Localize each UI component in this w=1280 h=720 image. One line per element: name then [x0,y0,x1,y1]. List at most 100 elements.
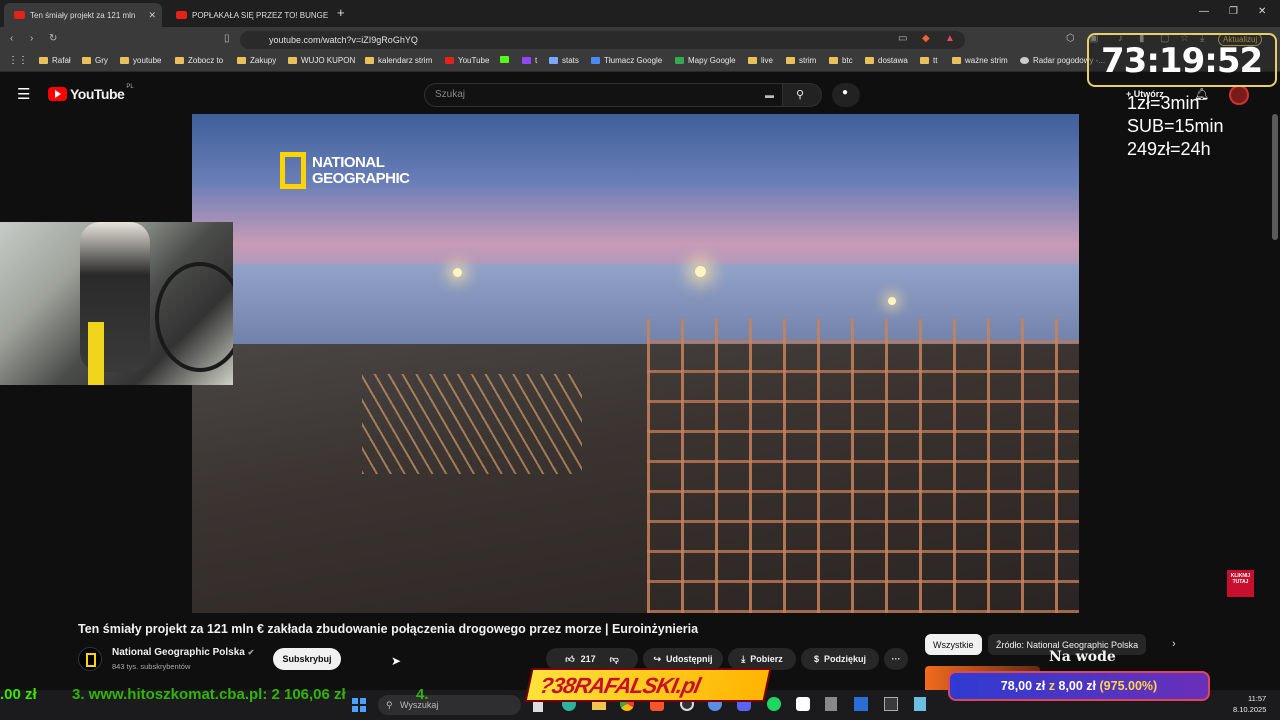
bookmark-item[interactable] [500,56,513,63]
folder-icon [865,57,874,64]
natgeo-logo: NATIONAL GEOGRAPHIC [280,152,422,189]
forward-icon[interactable]: › [30,33,33,44]
ticker-number: 4. [416,686,429,703]
taskbar-search[interactable]: ⚲ Wyszukaj [378,695,521,715]
extensions-icon[interactable]: ⬡ [1066,33,1075,44]
recommendation-title[interactable]: Na wode [1049,649,1116,665]
bookmark-item[interactable]: Gry [82,56,108,65]
maps-icon [675,57,684,64]
clock-time[interactable]: 11:57 [1248,694,1266,703]
bookmark-item[interactable]: Zakupy [237,56,276,65]
folder-icon [829,57,838,64]
youtube-logo[interactable]: YouTube PL [48,84,134,102]
youtube-icon [445,57,454,64]
tab-inactive[interactable]: POPŁAKAŁA SIĘ PRZEZ TO! BUNGEE [166,3,328,27]
apps-icon[interactable]: ⋮⋮ [8,55,28,66]
menu-icon[interactable]: ☰ [17,85,30,103]
stats-icon [549,57,558,64]
bookmark-item[interactable]: stats [549,56,579,65]
more-actions-button[interactable]: ··· [884,648,908,670]
bike-wheel [155,262,233,372]
voice-search-button[interactable]: ● [832,83,860,107]
ticker-text: 3. www.hitoszkomat.cba.pl: 2 106,06 zł [72,686,346,703]
app-icon[interactable] [884,697,898,711]
app-icon[interactable] [796,697,810,711]
calculator-icon[interactable] [825,697,837,711]
folder-icon [288,57,297,64]
keyboard-icon[interactable]: ▬ [765,84,774,106]
address-bar[interactable]: youtube.com/watch?v=iZI9gRoGhYQ [240,31,965,49]
channel-avatar[interactable] [78,647,102,671]
chip-all[interactable]: Wszystkie [925,634,982,655]
natgeo-frame-icon [86,653,96,667]
like-button[interactable]: 👍︎ 217 [565,654,595,665]
search-icon: ⚲ [796,89,805,101]
back-icon[interactable]: ‹ [10,33,13,44]
notepad-icon[interactable] [914,697,926,711]
folder-icon [952,57,961,64]
maximize-icon[interactable]: ❐ [1229,6,1238,17]
avatar[interactable] [1229,85,1249,105]
url-text: youtube.com/watch?v=iZI9gRoGhYQ [269,35,418,45]
bookmark-item[interactable]: tt [920,56,937,65]
reload-icon[interactable]: ↻ [49,33,57,44]
bookmark-item[interactable]: Rafał [39,56,71,65]
folder-icon [786,57,795,64]
search-input[interactable]: Szukaj ▬ [424,83,783,107]
tab-active[interactable]: Ten śmiały projekt za 121 mln ✕ [4,3,162,27]
scaffolding [647,319,1079,613]
bookmark-item[interactable]: kalendarz strim [365,56,432,65]
rebar-cage [362,374,582,474]
bookmark-item[interactable]: Zobocz to [175,56,223,65]
bookmark-item[interactable]: strim [786,56,816,65]
bookmark-item[interactable]: YouTube [445,56,489,65]
download-button[interactable]: ⤓ Pobierz [728,648,796,670]
thanks-button[interactable]: $ Podziękuj [801,648,879,670]
bookmark-item[interactable]: ważne strim [952,56,1008,65]
search-button[interactable]: ⚲ [782,83,822,107]
bookmark-item[interactable]: dostawa [865,56,908,65]
youtube-favicon-icon [14,11,25,19]
bookmark-icon[interactable]: ▯ [224,33,230,44]
thanks-icon: $ [813,654,819,664]
new-tab-icon[interactable]: + [337,5,345,20]
click-here-badge[interactable]: KLIKNIJ TUTAJ [1227,570,1254,597]
natgeo-frame-icon [280,152,306,189]
search-placeholder: Szukaj [435,89,466,100]
region-code: PL [126,84,134,90]
minimize-icon[interactable]: — [1199,6,1209,17]
close-window-icon[interactable]: ✕ [1258,6,1266,17]
kick-icon [500,56,509,63]
tab-title: Ten śmiały projekt za 121 mln [30,10,136,20]
bookmark-item[interactable]: btc [829,56,853,65]
dislike-icon[interactable]: 👎︎ [610,654,619,665]
page-scrollbar[interactable] [1272,114,1278,240]
weather-icon [1020,57,1029,64]
spotify-icon[interactable] [767,697,781,711]
cast-icon[interactable]: ▭ [898,33,907,44]
download-icon: ⤓ [741,653,746,664]
channel-name[interactable]: National Geographic Polska ✔ [112,647,254,658]
bookmark-item[interactable]: WUJO KUPON [288,56,355,65]
video-player[interactable]: NATIONAL GEOGRAPHIC [192,114,1079,613]
close-tab-icon[interactable]: ✕ [148,10,156,21]
clock-date[interactable]: 8.10.2025 [1233,705,1266,714]
brave-shield-icon[interactable]: ◆ [922,33,930,44]
bookmark-item[interactable]: youtube [120,56,161,65]
bookmark-item[interactable]: Tłumacz Google [591,56,662,65]
bookmark-item[interactable]: live [748,56,773,65]
street-light [453,268,462,277]
youtube-favicon-icon [176,11,187,19]
brand-banner: ?38RAFALSKI.pl [524,668,772,702]
chevron-right-icon[interactable]: › [1172,638,1176,650]
folder-icon [237,57,246,64]
rewards-icon[interactable]: ▲ [945,33,955,44]
app-icon[interactable] [854,697,868,711]
share-button[interactable]: ↪ Udostępnij [643,648,723,670]
bookmark-item[interactable]: Mapy Google [675,56,736,65]
bookmark-item[interactable]: t [522,56,537,65]
subscribe-button[interactable]: Subskrybuj [273,648,341,670]
tab-title: POPŁAKAŁA SIĘ PRZEZ TO! BUNGEE [192,10,328,20]
start-icon[interactable] [352,698,366,712]
rate-line: 1zł=3min [1127,93,1200,113]
